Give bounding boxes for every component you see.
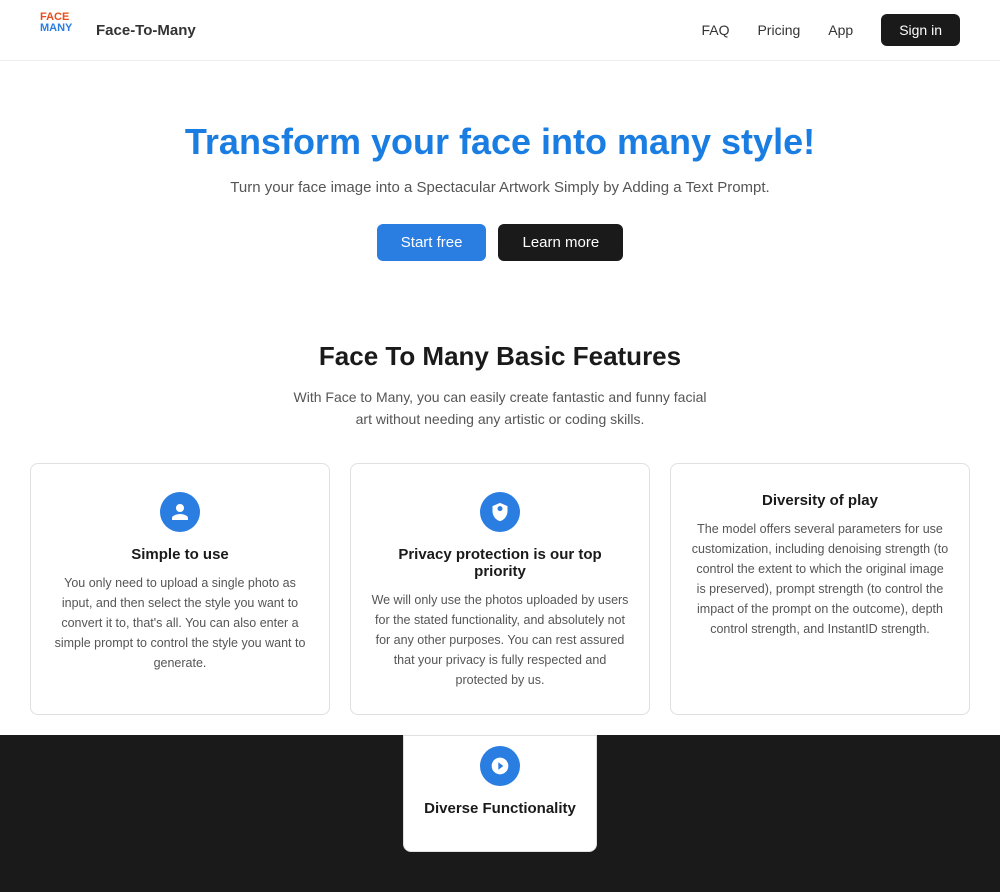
feature-card-diversity: Diversity of play The model offers sever… (670, 463, 970, 715)
privacy-icon (480, 492, 520, 532)
features-section: Face To Many Basic Features With Face to… (0, 301, 1000, 735)
features-title: Face To Many Basic Features (20, 341, 980, 372)
start-free-button[interactable]: Start free (377, 224, 487, 261)
diversity-section: Diverse Functionality (0, 735, 1000, 892)
card-diversity-title: Diversity of play (691, 492, 949, 509)
simple-use-icon (160, 492, 200, 532)
navbar: FACE MANY Face-To-Many FAQ Pricing App S… (0, 0, 1000, 61)
nav-app[interactable]: App (828, 22, 853, 38)
hero-title: Transform your face into many style! (20, 121, 980, 163)
logo[interactable]: FACE MANY Face-To-Many (40, 12, 196, 48)
diverse-functionality-title: Diverse Functionality (424, 800, 576, 817)
card-privacy-text: We will only use the photos uploaded by … (371, 590, 629, 690)
logo-icon: FACE MANY (40, 12, 88, 48)
feature-card-privacy: Privacy protection is our top priority W… (350, 463, 650, 715)
nav-pricing[interactable]: Pricing (757, 22, 800, 38)
logo-many-text: MANY (40, 23, 88, 34)
features-subtitle: With Face to Many, you can easily create… (290, 386, 710, 431)
feature-cards-row: Simple to use You only need to upload a … (20, 463, 980, 715)
nav-faq[interactable]: FAQ (701, 22, 729, 38)
nav-links: FAQ Pricing App Sign in (701, 14, 960, 46)
hero-section: Transform your face into many style! Tur… (0, 61, 1000, 301)
card-simple-title: Simple to use (51, 546, 309, 563)
card-diversity-text: The model offers several parameters for … (691, 519, 949, 639)
signin-button[interactable]: Sign in (881, 14, 960, 46)
diverse-icon (480, 746, 520, 786)
hero-buttons: Start free Learn more (20, 224, 980, 261)
logo-brand-name: Face-To-Many (96, 22, 196, 39)
feature-card-simple: Simple to use You only need to upload a … (30, 463, 330, 715)
card-simple-text: You only need to upload a single photo a… (51, 573, 309, 673)
learn-more-button[interactable]: Learn more (498, 224, 623, 261)
diverse-functionality-card: Diverse Functionality (403, 735, 597, 852)
hero-subtitle: Turn your face image into a Spectacular … (20, 179, 980, 196)
